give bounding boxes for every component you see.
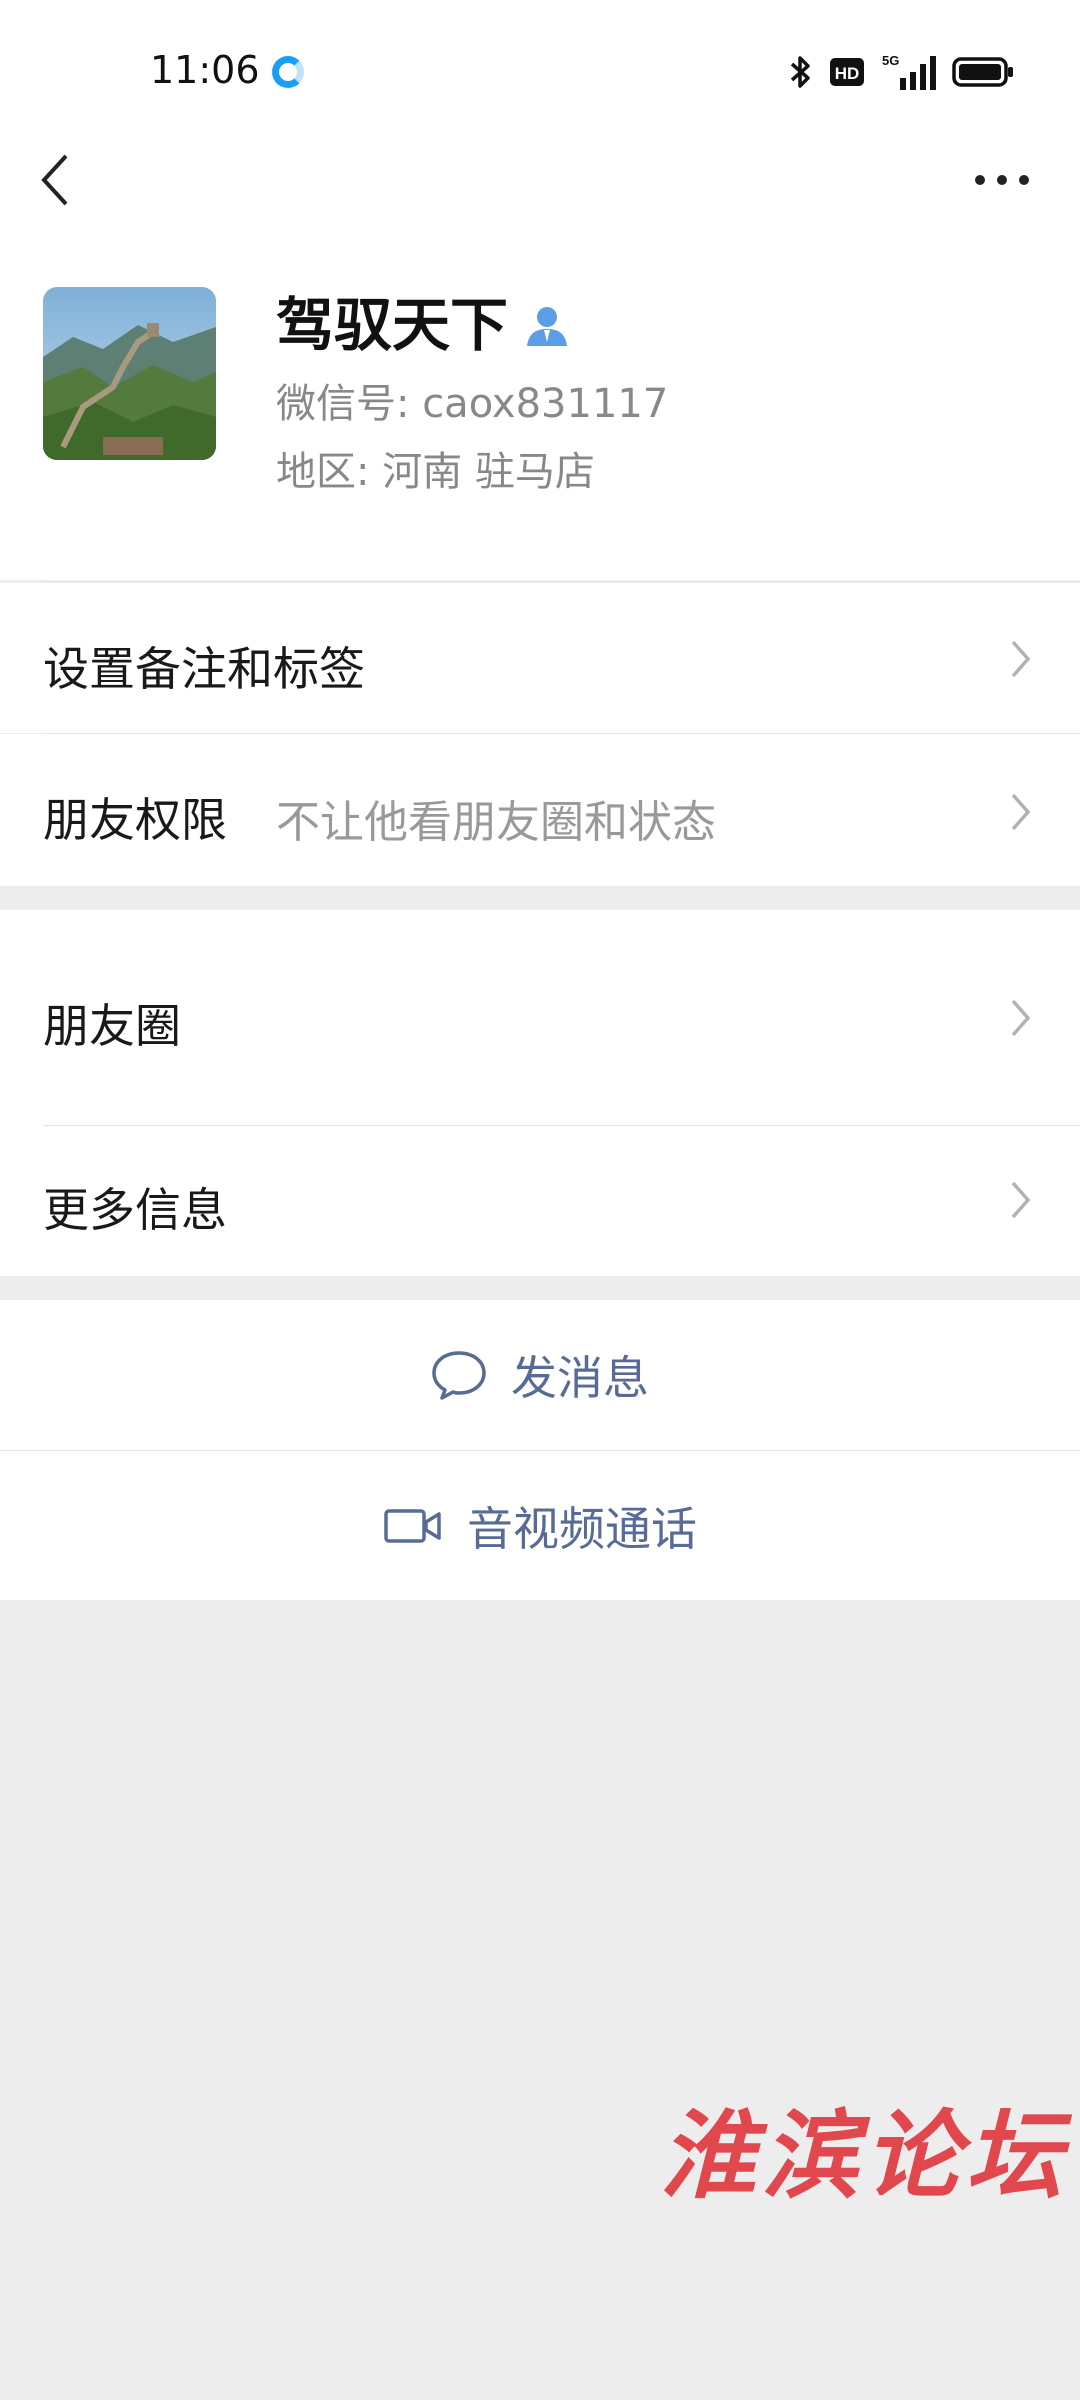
video-call-label: 音视频通话: [467, 1502, 697, 1556]
signal-5g-icon: 5G: [882, 53, 936, 90]
status-time: 11:06: [150, 48, 260, 92]
more-info-row[interactable]: 更多信息: [0, 1126, 1080, 1276]
region: 地区: 河南 驻马店: [276, 449, 595, 495]
info-section: 朋友圈 更多信息: [0, 910, 1080, 1276]
status-icons: HD 5G: [788, 52, 1014, 92]
send-message-label: 发消息: [511, 1351, 649, 1405]
notification-app-icon: [272, 56, 304, 88]
status-bar: 11:06 HD 5G: [0, 0, 1080, 130]
row-label: 设置备注和标签: [43, 642, 365, 696]
chevron-right-icon: [1011, 1181, 1031, 1219]
chevron-right-icon: [1011, 640, 1031, 678]
row-label: 更多信息: [43, 1183, 227, 1237]
permission-value: 不让他看朋友圈和状态: [276, 797, 716, 848]
watermark: 淮滨论坛: [660, 2099, 1068, 2212]
avatar[interactable]: [43, 287, 216, 460]
hd-icon: HD: [830, 58, 864, 86]
video-camera-icon: [384, 1509, 441, 1543]
person-icon: [527, 307, 567, 346]
friend-permission-row[interactable]: 朋友权限 不让他看朋友圈和状态: [0, 734, 1080, 886]
chevron-right-icon: [1011, 793, 1031, 831]
profile-name: 驾驭天下: [276, 291, 509, 359]
profile-header-section: 11:06 HD 5G 驾驭天下 微信号: caox831117 地区: 河南 …: [0, 0, 1080, 583]
actions-section: 发消息 音视频通话: [0, 1300, 1080, 1600]
send-message-button[interactable]: 发消息: [0, 1300, 1080, 1450]
more-options-icon[interactable]: [972, 170, 1032, 190]
video-call-button[interactable]: 音视频通话: [0, 1451, 1080, 1601]
moments-row[interactable]: 朋友圈: [0, 910, 1080, 1125]
row-label: 朋友权限: [43, 793, 227, 847]
bluetooth-icon: [790, 56, 810, 88]
back-arrow-icon[interactable]: [36, 150, 76, 210]
set-remark-tags-row[interactable]: 设置备注和标签: [0, 583, 1080, 733]
wechat-id: 微信号: caox831117: [276, 381, 669, 427]
battery-icon: [952, 57, 1013, 87]
chevron-right-icon: [1011, 999, 1031, 1037]
svg-text:HD: HD: [835, 64, 860, 83]
chat-bubble-icon: [432, 1351, 486, 1400]
network-type-label: 5G: [882, 53, 899, 68]
row-label: 朋友圈: [43, 999, 181, 1053]
